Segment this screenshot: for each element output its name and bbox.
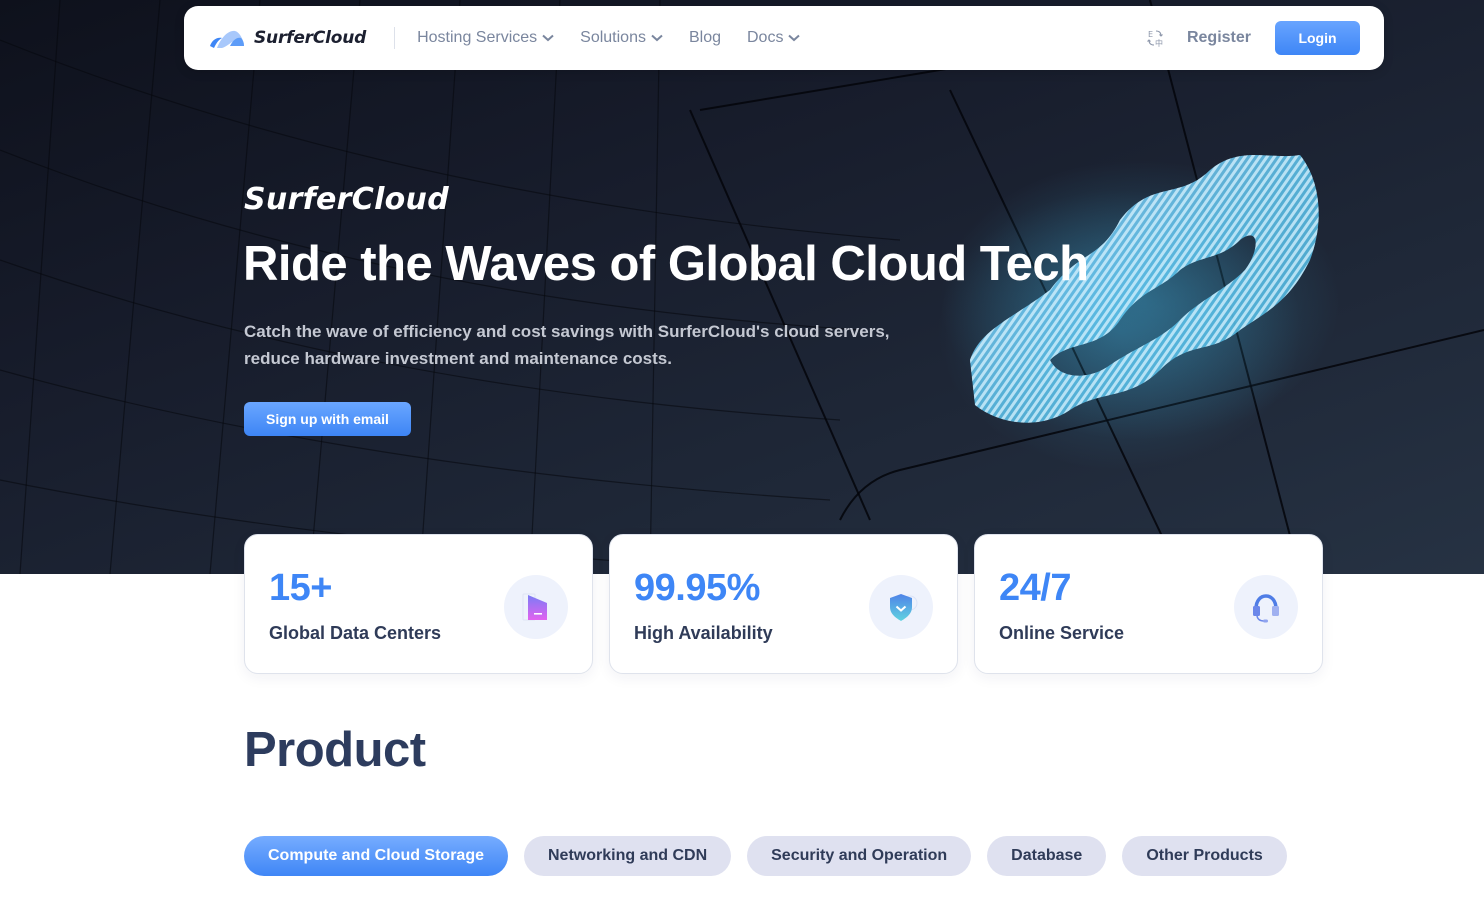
language-switch-icon[interactable]: E 中 bbox=[1147, 29, 1165, 47]
stat-value: 24/7 bbox=[999, 567, 1071, 609]
top-navbar: SurferCloud Hosting Services Solutions B… bbox=[184, 6, 1384, 70]
data-center-icon bbox=[504, 575, 568, 639]
nav-item-docs[interactable]: Docs bbox=[747, 29, 801, 47]
product-section-title: Product bbox=[244, 723, 426, 777]
brand-logo-link[interactable]: SurferCloud bbox=[208, 26, 366, 50]
brand-name: SurferCloud bbox=[254, 28, 367, 48]
stat-card-online-service: 24/7 Online Service bbox=[974, 534, 1323, 674]
hero-brand-wordmark: SurferCloud bbox=[244, 182, 449, 217]
nav-actions: E 中 Register Login bbox=[1147, 21, 1360, 55]
hero-title: Ride the Waves of Global Cloud Tech bbox=[243, 237, 1089, 291]
stat-value: 99.95% bbox=[634, 567, 760, 609]
login-button[interactable]: Login bbox=[1275, 21, 1360, 55]
signup-with-email-button[interactable]: Sign up with email bbox=[244, 402, 411, 436]
hero-description: Catch the wave of efficiency and cost sa… bbox=[244, 322, 890, 368]
language-switch-glyph: E 中 bbox=[1147, 30, 1163, 47]
tab-compute-and-cloud-storage[interactable]: Compute and Cloud Storage bbox=[244, 836, 508, 876]
surfercloud-logo-icon bbox=[210, 30, 244, 48]
stat-value: 15+ bbox=[269, 567, 332, 609]
nav-item-solutions[interactable]: Solutions bbox=[580, 29, 663, 47]
tab-networking-and-cdn[interactable]: Networking and CDN bbox=[524, 836, 732, 876]
chevron-down-icon bbox=[788, 34, 801, 42]
hero-section: SurferCloud Ride the Waves of Global Clo… bbox=[0, 0, 1484, 574]
chevron-down-icon bbox=[651, 34, 663, 42]
stat-label: Online Service bbox=[999, 623, 1125, 643]
headset-icon bbox=[1234, 575, 1298, 639]
register-link[interactable]: Register bbox=[1187, 29, 1251, 47]
nav-divider bbox=[394, 27, 396, 49]
nav-item-label: Docs bbox=[747, 29, 784, 46]
tab-other-products[interactable]: Other Products bbox=[1122, 836, 1287, 876]
nav-item-label: Hosting Services bbox=[417, 29, 538, 46]
nav-item-label: Blog bbox=[688, 29, 721, 46]
nav-menu: Hosting Services Solutions Blog Docs bbox=[417, 29, 826, 47]
chevron-down-icon bbox=[542, 34, 554, 42]
product-category-tabs: Compute and Cloud Storage Networking and… bbox=[244, 836, 1287, 876]
stat-label: Global Data Centers bbox=[269, 623, 442, 643]
stat-card-availability: 99.95% High Availability bbox=[609, 534, 958, 674]
lang-glyph-e: E bbox=[1148, 30, 1153, 39]
tab-database[interactable]: Database bbox=[987, 836, 1107, 876]
nav-item-hosting-services[interactable]: Hosting Services bbox=[417, 29, 554, 47]
stats-row: 15+ Global Data Centers 99.95% High Avai… bbox=[244, 534, 1323, 674]
nav-item-blog[interactable]: Blog bbox=[689, 29, 721, 47]
tab-security-and-operation[interactable]: Security and Operation bbox=[747, 836, 972, 876]
stat-card-data-centers: 15+ Global Data Centers bbox=[244, 534, 593, 674]
page: SurferCloud Ride the Waves of Global Clo… bbox=[0, 0, 1484, 906]
nav-item-label: Solutions bbox=[580, 29, 646, 46]
lang-glyph-zh: 中 bbox=[1155, 38, 1163, 47]
stat-label: High Availability bbox=[634, 623, 773, 643]
shield-check-icon bbox=[869, 575, 933, 639]
